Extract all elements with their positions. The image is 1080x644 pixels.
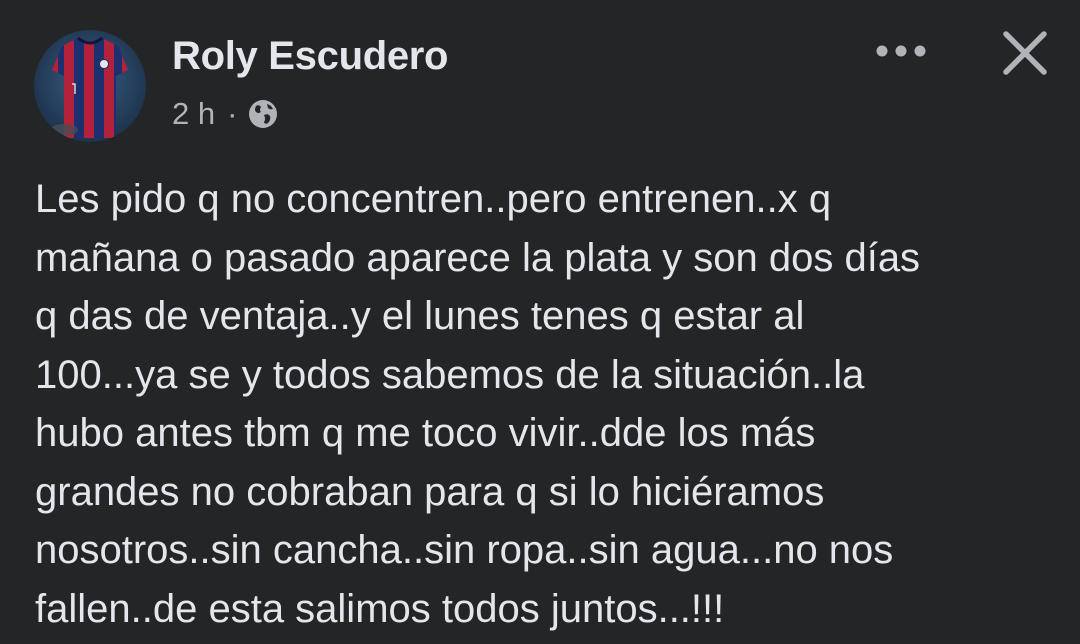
close-button[interactable] <box>996 24 1054 82</box>
post-text-line: Les pido q no concentren..pero entrenen.… <box>35 177 832 221</box>
post-text-line: grandes no cobraban para q si lo hiciéra… <box>35 469 825 514</box>
globe-icon[interactable] <box>247 98 279 130</box>
more-options-icon <box>876 45 926 57</box>
post-text-line: fallen..de esta salimos todos juntos...!… <box>35 586 725 631</box>
post-text-line: hubo antes tbm q me toco vivir..dde los … <box>35 411 816 455</box>
post-text-line: 100...ya se y todos sabemos de la situac… <box>35 352 865 397</box>
post-text-line: nosotros..sin cancha..sin ropa..sin agua… <box>35 528 894 572</box>
post-text-line: mañana o pasado aparece la plata y son d… <box>35 235 921 280</box>
post-body-text: Les pido q no concentren..pero entrenen.… <box>35 170 1045 638</box>
jersey-icon <box>50 36 128 138</box>
author-name[interactable]: Roly Escudero <box>172 34 448 79</box>
post-meta: 2 h · <box>172 94 279 134</box>
post-card: Roly Escudero 2 h · Les pido q no concen… <box>0 0 1080 644</box>
author-avatar[interactable] <box>34 30 146 142</box>
meta-separator: · <box>227 96 238 131</box>
more-options-button[interactable] <box>866 30 936 72</box>
close-icon <box>1003 31 1047 75</box>
post-timestamp[interactable]: 2 h <box>172 96 215 132</box>
post-text-line: q das de ventaja..y el lunes tenes q est… <box>35 294 805 338</box>
